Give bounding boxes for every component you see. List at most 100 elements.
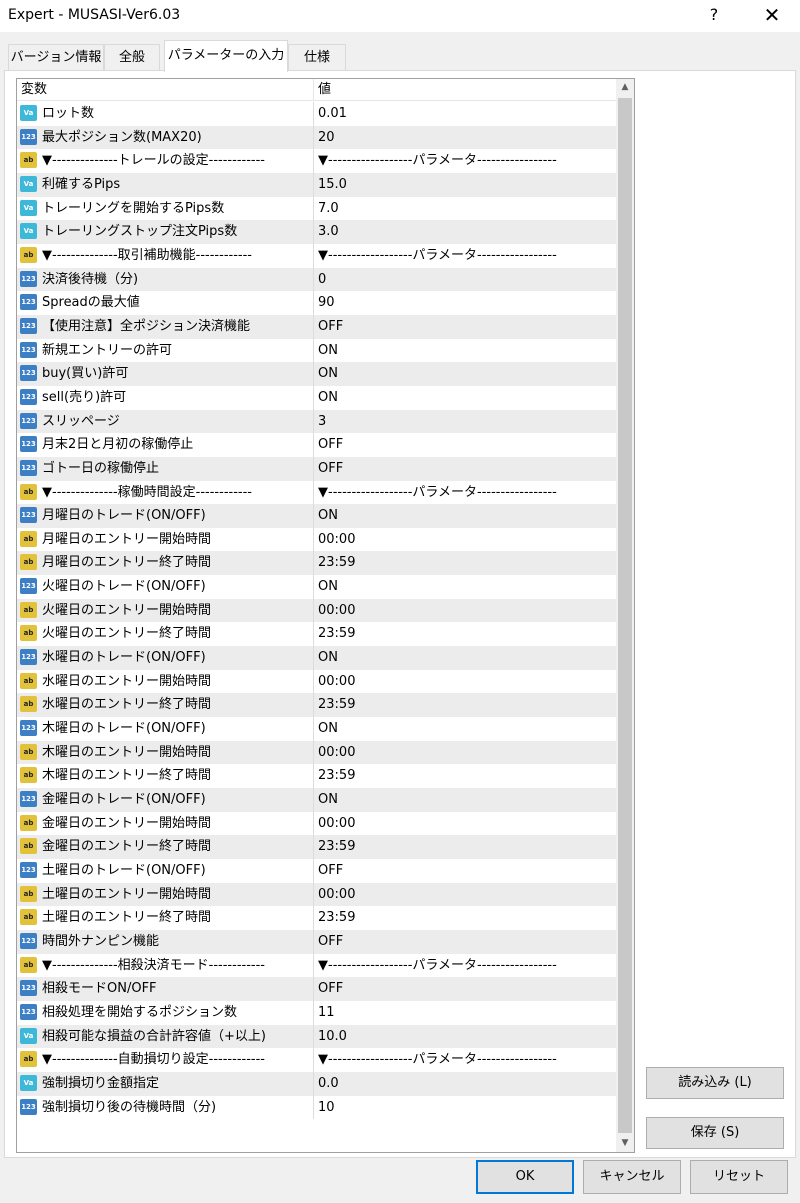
parameter-value-cell[interactable]: ON	[314, 646, 616, 670]
tab-specification[interactable]: 仕様	[288, 44, 346, 71]
table-row[interactable]: ab ▼--------------稼働時間設定------------ ▼----…	[17, 480, 616, 505]
save-button[interactable]: 保存 (S)	[646, 1117, 784, 1149]
table-row[interactable]: 123 決済後待機（分) 0	[17, 267, 616, 292]
parameter-value-cell[interactable]: OFF	[314, 930, 616, 954]
parameter-value[interactable]: ON	[318, 339, 338, 362]
parameter-value-cell[interactable]: OFF	[314, 457, 616, 481]
parameter-value-cell[interactable]: ON	[314, 362, 616, 386]
scroll-thumb[interactable]	[618, 98, 632, 1133]
table-row[interactable]: ab ▼--------------取引補助機能------------ ▼----…	[17, 243, 616, 268]
parameter-value[interactable]: 23:59	[318, 764, 355, 787]
parameter-value-cell[interactable]: 0.01	[314, 102, 616, 126]
parameter-value-cell[interactable]: ▼------------------パラメータ----------------…	[314, 954, 616, 978]
parameter-value-cell[interactable]: ▼------------------パラメータ----------------…	[314, 149, 616, 173]
parameter-value-cell[interactable]: 0	[314, 268, 616, 292]
parameter-value[interactable]: 10	[318, 1096, 335, 1119]
parameter-value-cell[interactable]: 7.0	[314, 197, 616, 221]
parameter-value-cell[interactable]: 0.0	[314, 1072, 616, 1096]
table-row[interactable]: 123 sell(売り)許可 ON	[17, 385, 616, 410]
parameter-value[interactable]: 23:59	[318, 622, 355, 645]
parameter-value-cell[interactable]: 00:00	[314, 883, 616, 907]
table-row[interactable]: 123 火曜日のトレード(ON/OFF) ON	[17, 575, 616, 599]
table-row[interactable]: Va 利確するPips 15.0	[17, 172, 616, 197]
table-row[interactable]: 123 ゴトー日の稼働停止 OFF	[17, 456, 616, 481]
parameter-value-cell[interactable]: ▼------------------パラメータ----------------…	[314, 244, 616, 268]
parameter-value-cell[interactable]: 23:59	[314, 551, 616, 575]
parameter-value[interactable]: 10.0	[318, 1025, 347, 1048]
parameter-value-cell[interactable]: 10	[314, 1096, 616, 1120]
table-row[interactable]: Va 相殺可能な損益の合計許容値（+以上) 10.0	[17, 1024, 616, 1049]
parameter-value[interactable]: OFF	[318, 859, 343, 882]
parameter-value[interactable]: 23:59	[318, 906, 355, 929]
table-row[interactable]: 123 強制損切り後の待機時間（分) 10	[17, 1095, 616, 1120]
table-row[interactable]: ab ▼--------------トレールの設定------------ ▼---…	[17, 149, 616, 173]
parameter-value[interactable]: OFF	[318, 977, 343, 1000]
table-row[interactable]: 123 月曜日のトレード(ON/OFF) ON	[17, 504, 616, 528]
table-row[interactable]: 123 相殺モードON/OFF OFF	[17, 977, 616, 1001]
table-row[interactable]: ab 水曜日のエントリー終了時間 23:59	[17, 693, 616, 718]
parameter-value[interactable]: ▼------------------パラメータ----------------…	[318, 481, 557, 504]
parameter-value[interactable]: 00:00	[318, 883, 355, 906]
parameter-value-cell[interactable]: 23:59	[314, 906, 616, 930]
parameter-value[interactable]: 11	[318, 1001, 335, 1024]
parameter-value-cell[interactable]: ON	[314, 717, 616, 741]
tab-parameters[interactable]: パラメーターの入力	[164, 40, 288, 72]
column-header-variable[interactable]: 変数	[17, 79, 314, 101]
parameter-value-cell[interactable]: 00:00	[314, 599, 616, 623]
table-row[interactable]: 123 時間外ナンピン機能 OFF	[17, 929, 616, 954]
parameter-value[interactable]: 3	[318, 410, 326, 433]
parameter-value[interactable]: 3.0	[318, 220, 339, 243]
parameter-value-cell[interactable]: ON	[314, 575, 616, 599]
parameter-value[interactable]: 00:00	[318, 812, 355, 835]
parameter-value[interactable]: 00:00	[318, 741, 355, 764]
parameter-value-cell[interactable]: ON	[314, 788, 616, 812]
parameter-value[interactable]: ON	[318, 575, 338, 598]
table-row[interactable]: ab 土曜日のエントリー終了時間 23:59	[17, 906, 616, 930]
parameter-value[interactable]: ON	[318, 646, 338, 669]
parameter-value[interactable]: 00:00	[318, 670, 355, 693]
parameter-value-cell[interactable]: 00:00	[314, 528, 616, 552]
parameter-value-cell[interactable]: 3	[314, 410, 616, 434]
parameter-value[interactable]: 7.0	[318, 197, 339, 220]
parameter-value[interactable]: ▼------------------パラメータ----------------…	[318, 149, 557, 172]
parameter-value-cell[interactable]: 23:59	[314, 693, 616, 717]
parameter-value-cell[interactable]: ON	[314, 504, 616, 528]
load-button[interactable]: 読み込み (L)	[646, 1067, 784, 1099]
table-row[interactable]: Va ロット数 0.01	[17, 102, 616, 126]
parameter-value-cell[interactable]: 11	[314, 1001, 616, 1025]
parameter-value[interactable]: 20	[318, 126, 335, 149]
table-row[interactable]: ab ▼--------------相殺決済モード------------ ▼---…	[17, 953, 616, 978]
parameter-value[interactable]: 00:00	[318, 599, 355, 622]
table-row[interactable]: 123 スリッページ 3	[17, 409, 616, 434]
parameter-value[interactable]: 15.0	[318, 173, 347, 196]
parameter-value[interactable]: ▼------------------パラメータ----------------…	[318, 244, 557, 267]
table-row[interactable]: Va トレーリングストップ注文Pips数 3.0	[17, 220, 616, 244]
parameter-value[interactable]: 00:00	[318, 528, 355, 551]
parameter-value-cell[interactable]: OFF	[314, 977, 616, 1001]
table-row[interactable]: Va トレーリングを開始するPips数 7.0	[17, 196, 616, 221]
parameter-value-cell[interactable]: OFF	[314, 433, 616, 457]
parameter-value[interactable]: ON	[318, 362, 338, 385]
parameter-value-cell[interactable]: ▼------------------パラメータ----------------…	[314, 1048, 616, 1072]
table-row[interactable]: 123 Spreadの最大値 90	[17, 291, 616, 315]
table-row[interactable]: ab 金曜日のエントリー終了時間 23:59	[17, 835, 616, 859]
parameter-value[interactable]: 0.01	[318, 102, 347, 125]
table-row[interactable]: 123 水曜日のトレード(ON/OFF) ON	[17, 646, 616, 670]
table-row[interactable]: 123 土曜日のトレード(ON/OFF) OFF	[17, 859, 616, 883]
parameter-value[interactable]: 90	[318, 291, 335, 314]
parameter-value[interactable]: 0	[318, 268, 326, 291]
parameter-value[interactable]: ON	[318, 788, 338, 811]
table-row[interactable]: ab 水曜日のエントリー開始時間 00:00	[17, 669, 616, 694]
parameter-value-cell[interactable]: OFF	[314, 859, 616, 883]
table-row[interactable]: ab 木曜日のエントリー開始時間 00:00	[17, 740, 616, 765]
table-row[interactable]: 123 金曜日のトレード(ON/OFF) ON	[17, 788, 616, 812]
table-row[interactable]: 123 相殺処理を開始するポジション数 11	[17, 1000, 616, 1025]
parameter-value-cell[interactable]: ON	[314, 339, 616, 363]
close-button[interactable]: ✕	[750, 0, 794, 32]
parameter-value[interactable]: 23:59	[318, 693, 355, 716]
parameter-value[interactable]: ON	[318, 504, 338, 527]
parameter-value-cell[interactable]: 00:00	[314, 670, 616, 694]
parameter-value-cell[interactable]: 23:59	[314, 622, 616, 646]
table-row[interactable]: ab 土曜日のエントリー開始時間 00:00	[17, 882, 616, 907]
parameter-value[interactable]: OFF	[318, 930, 343, 953]
